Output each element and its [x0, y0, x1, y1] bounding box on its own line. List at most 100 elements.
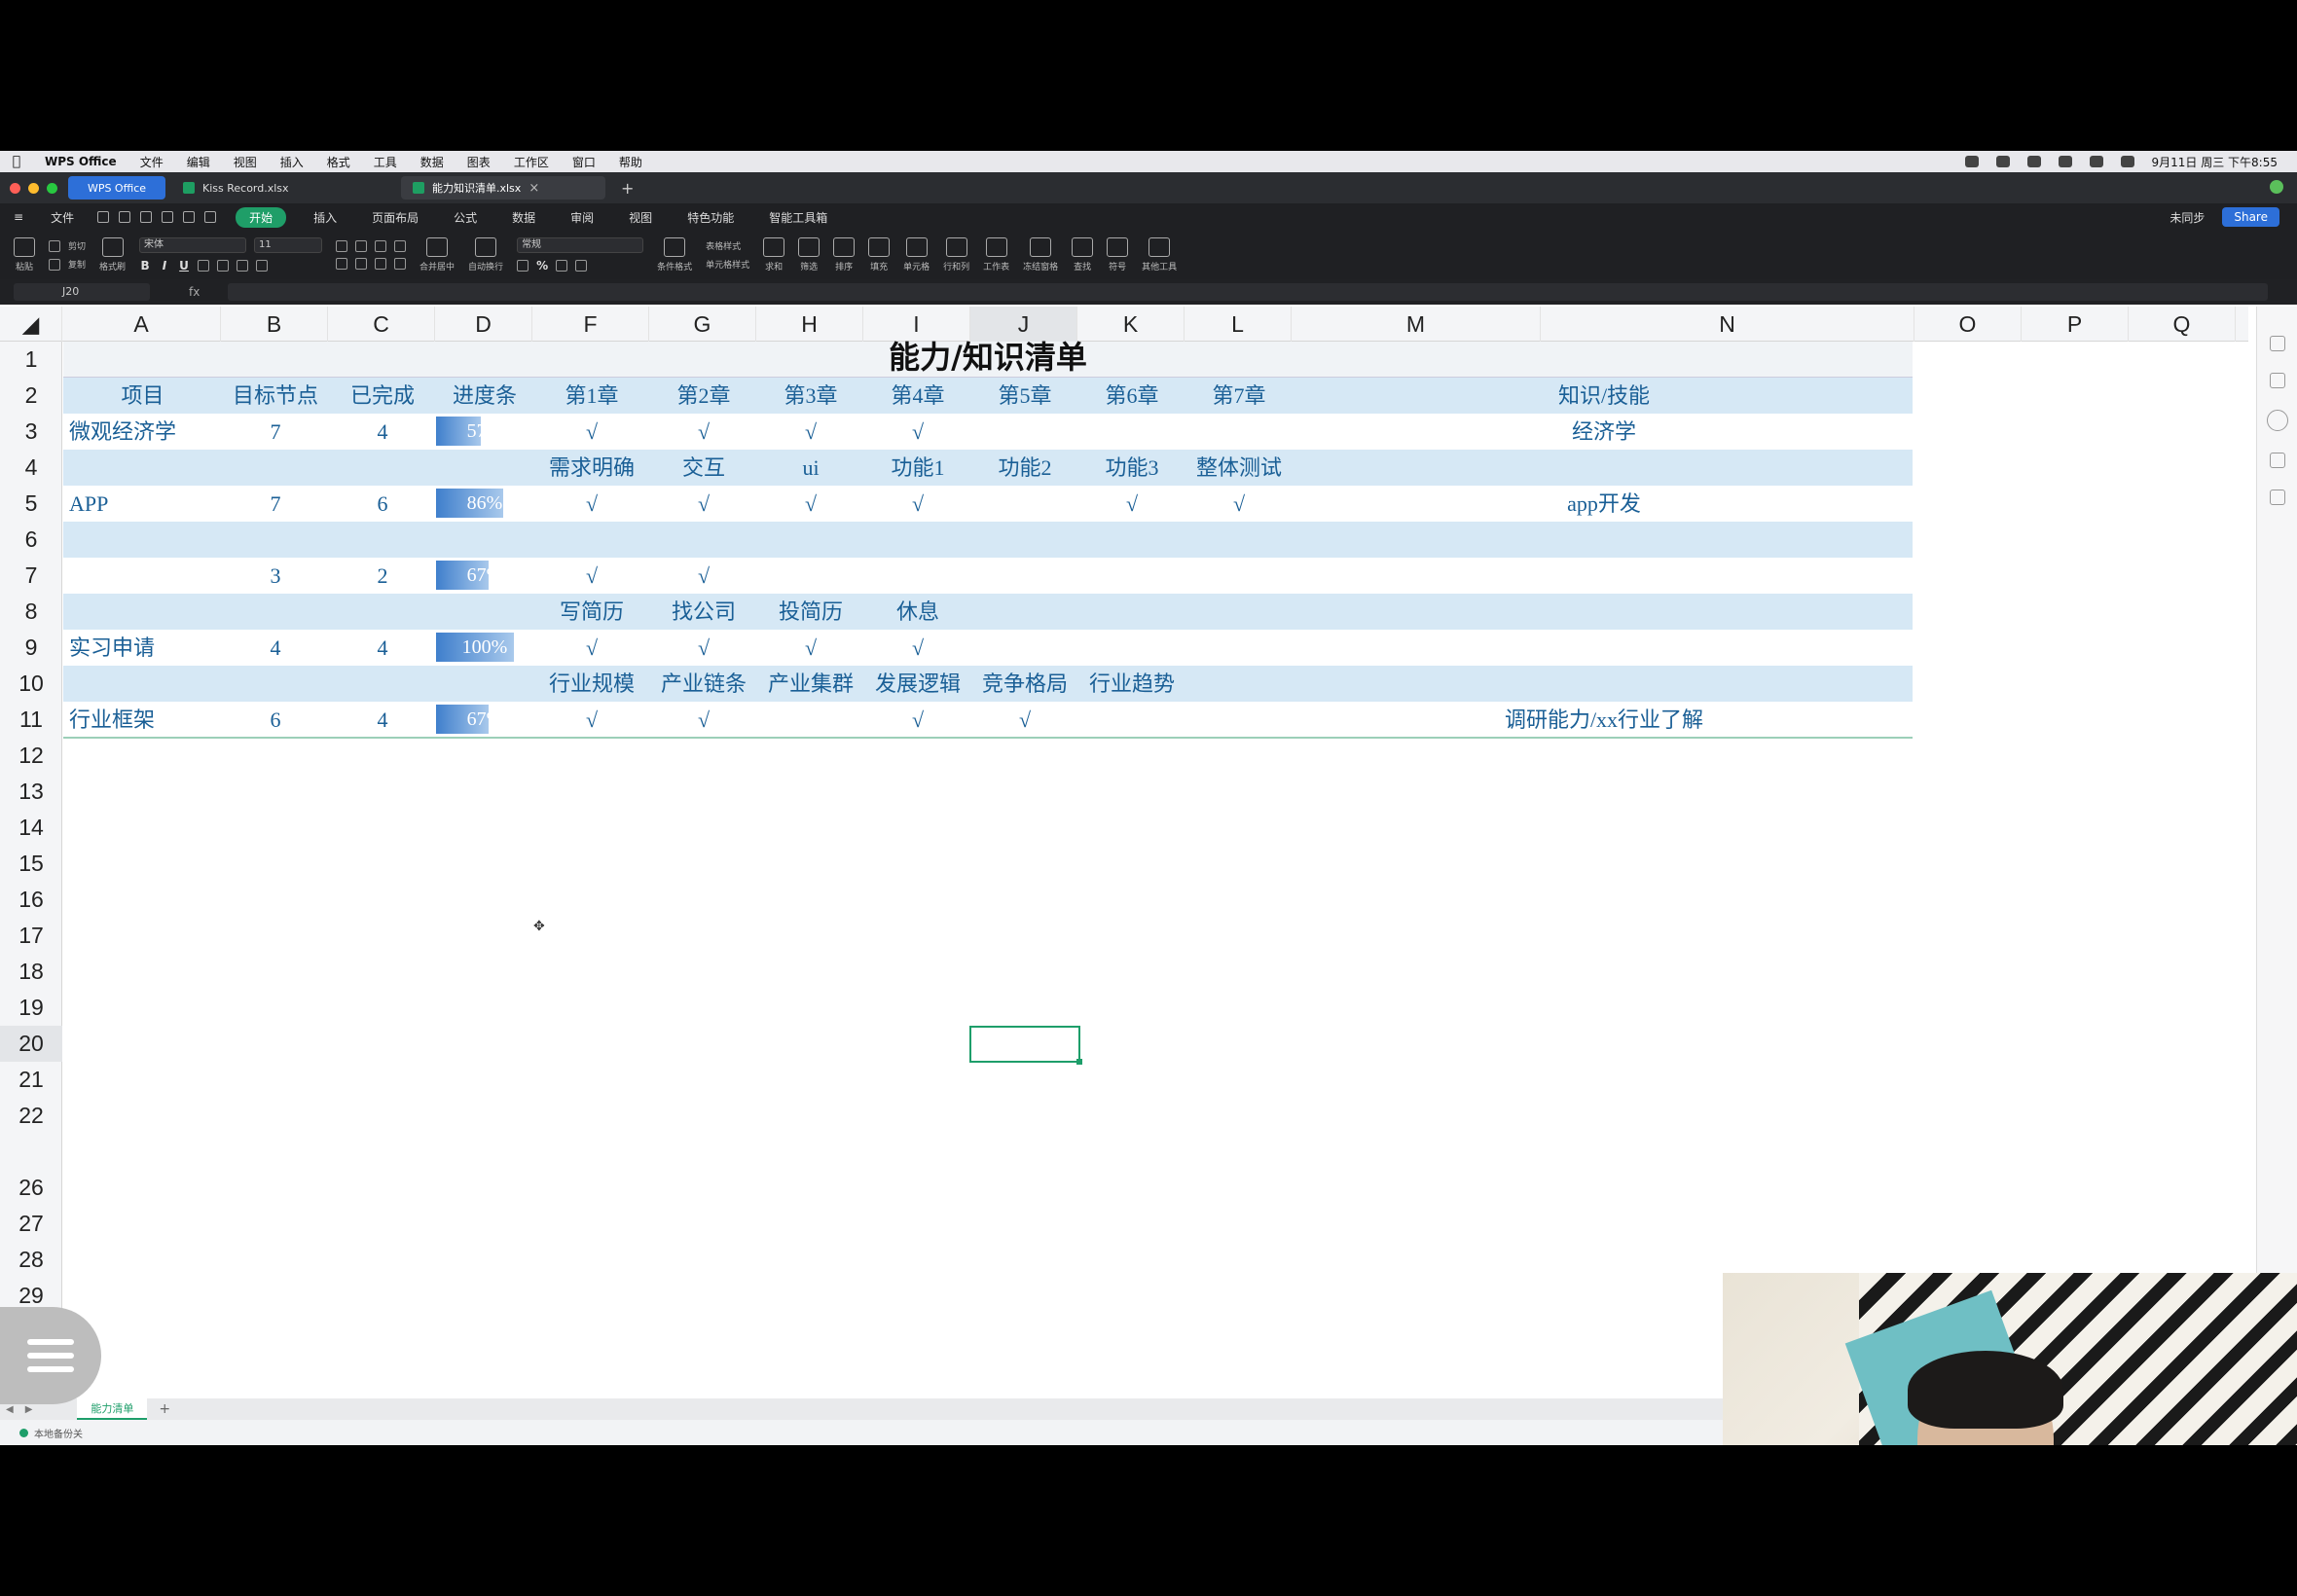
- project-cell[interactable]: 实习申请: [63, 630, 222, 666]
- progress-value[interactable]: 86%: [436, 486, 533, 522]
- check-cell[interactable]: √: [971, 702, 1078, 738]
- menu-insert[interactable]: 插入: [269, 154, 315, 170]
- col-header[interactable]: G: [649, 307, 756, 342]
- step-cell[interactable]: 产业链条: [650, 666, 757, 702]
- col-header[interactable]: O: [1914, 307, 2022, 342]
- header-cell[interactable]: 第1章: [533, 378, 650, 414]
- tab-view[interactable]: 视图: [611, 209, 670, 226]
- check-cell[interactable]: √: [650, 558, 757, 594]
- export-icon[interactable]: [140, 211, 153, 223]
- col-header[interactable]: P: [2022, 307, 2129, 342]
- cells-button[interactable]: 单元格: [903, 237, 930, 272]
- row-header[interactable]: 28: [0, 1242, 62, 1278]
- minimize-window-icon[interactable]: [28, 182, 39, 194]
- header-cell[interactable]: 第4章: [864, 378, 971, 414]
- cell-style-button[interactable]: 单元格样式: [706, 258, 749, 271]
- done-cell[interactable]: 4: [329, 414, 436, 450]
- select-icon[interactable]: [2269, 336, 2285, 351]
- progress-value[interactable]: 67%: [436, 702, 533, 738]
- close-icon[interactable]: ×: [529, 181, 539, 196]
- sort-button[interactable]: 排序: [833, 237, 856, 272]
- check-cell[interactable]: √: [864, 702, 971, 738]
- control-center-icon[interactable]: [2120, 156, 2134, 167]
- spreadsheet-grid[interactable]: ◢ A B C D F G H I J K L M N O P Q 1 2 3 …: [0, 307, 2248, 1396]
- fx-icon[interactable]: fx: [189, 285, 228, 299]
- row-header[interactable]: 4: [0, 450, 62, 486]
- font-family-select[interactable]: 宋体: [139, 237, 247, 253]
- row-header[interactable]: 5: [0, 486, 62, 522]
- cell-area[interactable]: 能力/知识清单 项目 目标节点 已完成 进度条 第1章 第2章 第3章 第4章 …: [63, 339, 2248, 1396]
- skill-cell[interactable]: 经济学: [1293, 414, 1915, 450]
- align-middle-icon[interactable]: [355, 240, 368, 252]
- backup-icon[interactable]: [2269, 490, 2285, 505]
- header-cell[interactable]: 目标节点: [222, 378, 329, 414]
- done-cell[interactable]: 4: [329, 702, 436, 738]
- row-header[interactable]: 14: [0, 810, 62, 846]
- header-cell[interactable]: 已完成: [329, 378, 436, 414]
- project-cell[interactable]: 行业框架: [63, 702, 222, 738]
- col-header[interactable]: I: [863, 307, 970, 342]
- align-right-icon[interactable]: [375, 258, 387, 270]
- header-cell[interactable]: 第3章: [757, 378, 864, 414]
- freeze-button[interactable]: 冻结窗格: [1023, 237, 1058, 272]
- tab-formulas[interactable]: 公式: [436, 209, 494, 226]
- add-sheet-icon[interactable]: +: [159, 1401, 170, 1417]
- bold-button[interactable]: B: [139, 259, 151, 272]
- check-cell[interactable]: √: [864, 414, 971, 450]
- properties-icon[interactable]: [2269, 453, 2285, 468]
- row-header[interactable]: 27: [0, 1206, 62, 1242]
- row-header[interactable]: 13: [0, 774, 62, 810]
- font-color-icon[interactable]: [237, 260, 249, 272]
- step-cell[interactable]: 产业集群: [757, 666, 864, 702]
- check-cell[interactable]: √: [757, 414, 864, 450]
- step-cell[interactable]: 行业趋势: [1078, 666, 1185, 702]
- target-cell[interactable]: 4: [222, 630, 329, 666]
- header-cell[interactable]: 第6章: [1078, 378, 1185, 414]
- project-cell[interactable]: APP: [63, 486, 222, 522]
- check-cell[interactable]: √: [757, 630, 864, 666]
- step-cell[interactable]: 功能3: [1078, 450, 1185, 486]
- scissors-icon[interactable]: [49, 239, 60, 252]
- print-icon[interactable]: [162, 211, 174, 223]
- tab-smart-tools[interactable]: 智能工具箱: [751, 209, 845, 226]
- step-cell[interactable]: 整体测试: [1185, 450, 1293, 486]
- target-cell[interactable]: 6: [222, 702, 329, 738]
- skill-cell[interactable]: app开发: [1293, 486, 1915, 522]
- wifi-icon[interactable]: [2058, 156, 2072, 167]
- copy-icon[interactable]: [49, 258, 60, 271]
- col-header[interactable]: L: [1185, 307, 1292, 342]
- project-cell[interactable]: 微观经济学: [63, 414, 222, 450]
- check-cell[interactable]: √: [1185, 486, 1293, 522]
- align-center-icon[interactable]: [355, 258, 368, 270]
- sum-button[interactable]: 求和: [763, 237, 785, 272]
- font-size-select[interactable]: 11: [254, 237, 323, 253]
- tab-wps-home[interactable]: WPS Office: [68, 176, 165, 200]
- check-cell[interactable]: √: [864, 486, 971, 522]
- close-window-icon[interactable]: [10, 182, 20, 194]
- italic-button[interactable]: I: [159, 259, 170, 272]
- undo-icon[interactable]: [183, 211, 196, 223]
- name-box[interactable]: J20: [14, 283, 150, 301]
- col-header[interactable]: M: [1292, 307, 1541, 342]
- justify-icon[interactable]: [394, 258, 407, 270]
- select-all-corner[interactable]: ◢: [0, 307, 62, 342]
- progress-value[interactable]: 57%: [436, 414, 533, 450]
- row-header[interactable]: 9: [0, 630, 62, 666]
- row-header[interactable]: 2: [0, 378, 62, 414]
- tab-features[interactable]: 特色功能: [670, 209, 751, 226]
- tab-insert[interactable]: 插入: [296, 209, 354, 226]
- menubar-clock[interactable]: 9月11日 周三 下午8:55: [2152, 154, 2278, 170]
- new-tab-icon[interactable]: +: [611, 179, 643, 198]
- file-menu[interactable]: 文件: [37, 209, 88, 226]
- row-header[interactable]: 21: [0, 1062, 62, 1098]
- underline-button[interactable]: U: [178, 259, 190, 272]
- row-header[interactable]: 11: [0, 702, 62, 738]
- row-header[interactable]: 8: [0, 594, 62, 630]
- header-cell[interactable]: 第7章: [1185, 378, 1293, 414]
- row-header[interactable]: 7: [0, 558, 62, 594]
- col-header[interactable]: Q: [2129, 307, 2236, 342]
- row-header[interactable]: 26: [0, 1170, 62, 1206]
- hamburger-icon[interactable]: ≡: [0, 210, 37, 224]
- col-header[interactable]: K: [1077, 307, 1185, 342]
- menu-file[interactable]: 文件: [128, 154, 175, 170]
